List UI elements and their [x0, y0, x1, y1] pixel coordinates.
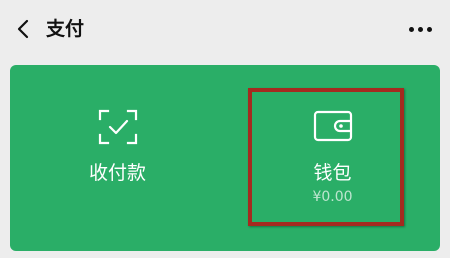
wallet-label: 钱包	[313, 162, 352, 184]
receive-pay-label: 收付款	[88, 162, 146, 184]
page-title: 支付	[46, 18, 85, 40]
wallet-icon	[313, 109, 353, 147]
receive-pay-button[interactable]: 收付款	[10, 65, 225, 251]
wallet-button[interactable]: 钱包 ¥0.00	[225, 65, 440, 251]
payment-card: 收付款 钱包 ¥0.00	[10, 65, 440, 251]
top-bar: 支付	[0, 0, 450, 58]
scan-frame-check-icon	[98, 109, 138, 149]
more-horizontal-icon[interactable]	[409, 27, 432, 32]
wallet-balance: ¥0.00	[312, 189, 353, 205]
chevron-left-icon[interactable]	[14, 18, 34, 40]
